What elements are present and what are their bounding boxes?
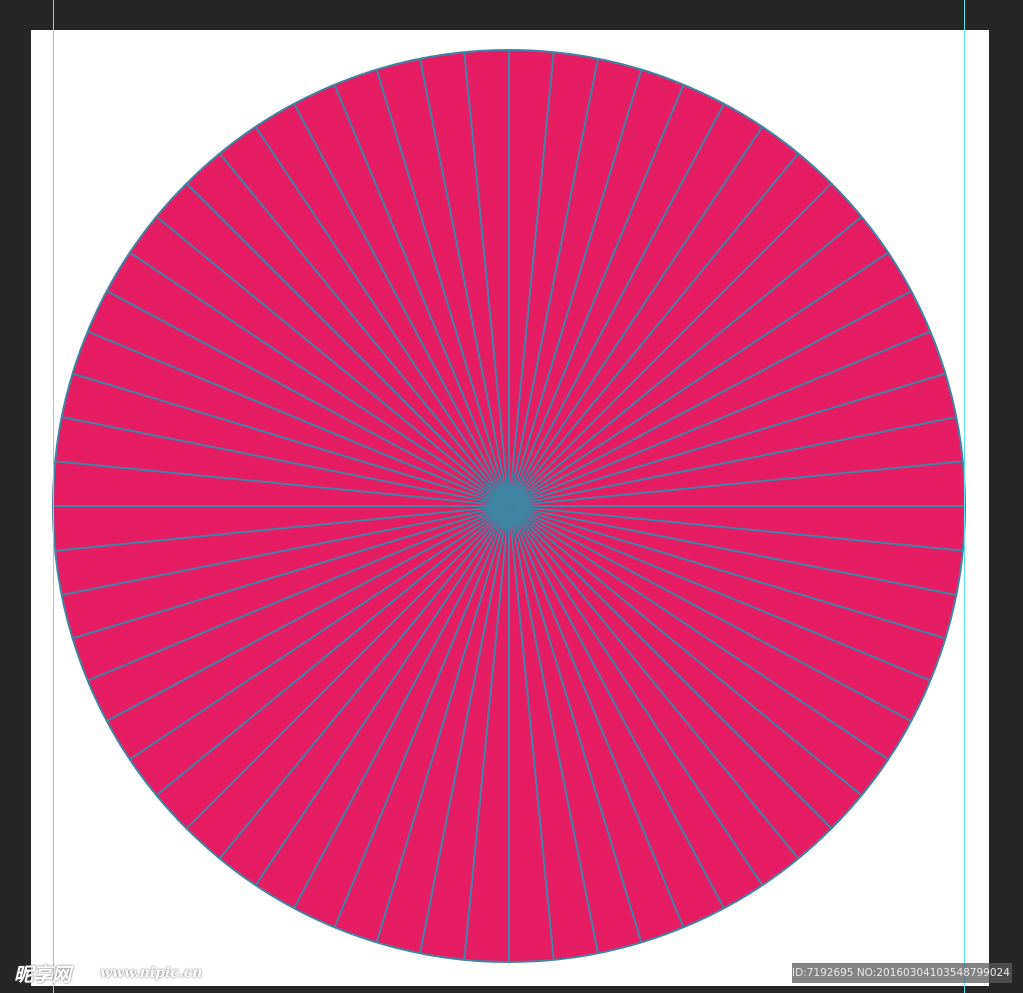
watermark-id: ID:7192695 NO:20160304103548799024 [792,963,1012,983]
radial-burst-artwork [52,49,966,963]
ray-group [53,50,965,962]
watermark-site: www.nipic.cn [100,965,203,981]
watermark-logo: 昵享网 [14,964,72,986]
guide-line-right[interactable] [964,0,965,993]
guide-line-left[interactable] [53,0,54,993]
